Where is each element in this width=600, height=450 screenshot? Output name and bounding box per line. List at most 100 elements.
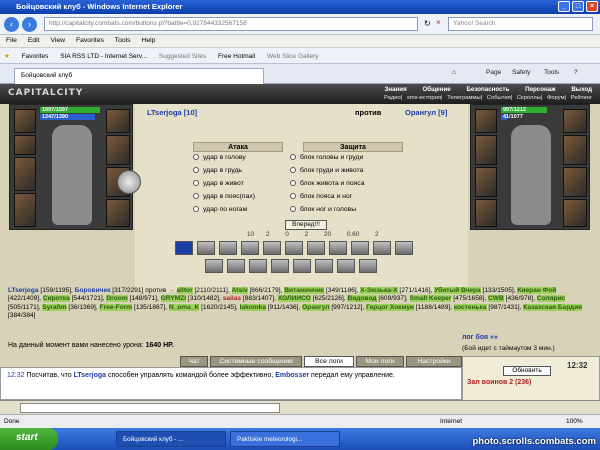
nav-events[interactable]: События [487,95,511,101]
attack-option-chest[interactable]: удар в грудь [193,167,242,174]
menu-view[interactable]: View [50,37,65,44]
tab-my-logs[interactable]: Мои логи [356,356,404,367]
enemy-roster-name[interactable]: Витаминчик [284,287,325,294]
stop-icon[interactable]: × [436,18,441,27]
enemy-roster-name[interactable]: Atsiv [231,287,248,294]
refresh-icon[interactable]: ↻ [424,19,431,28]
spell-icon[interactable] [219,241,237,255]
enemy-helmet-slot[interactable] [475,109,497,133]
nav-communication[interactable]: Общение [422,86,450,93]
spell-icon[interactable] [351,241,369,255]
minimize-button[interactable]: _ [558,1,570,12]
attack-option-stomach[interactable]: удар в живот [193,180,244,187]
gloves-slot[interactable] [106,109,130,133]
fav-free-hotmail[interactable]: Free Hotmail [218,53,255,60]
refresh-button[interactable]: Обновить [503,366,551,376]
nav-sms[interactable]: sms-история [407,95,441,101]
enemy-roster-name[interactable]: костенька [453,303,487,311]
enemy-roster-name[interactable]: ХОЛИИСО [277,295,311,303]
spell-icon[interactable] [263,241,281,255]
block-option-head-chest[interactable]: блок головы и груди [290,154,363,161]
tools-menu[interactable]: Tools [544,69,559,76]
fav-sia-rss[interactable]: SIA RSS LTD - Internet Serv... [60,53,147,60]
spell-icon[interactable] [241,241,259,255]
fav-suggested-sites[interactable]: Suggested Sites [159,53,206,60]
enemy-roster-name[interactable]: Syrafim [42,303,67,311]
enemy-roster-name[interactable]: GRYMZI [160,295,187,303]
safety-menu[interactable]: Safety [512,69,530,76]
tab-chat[interactable]: Чат [180,356,208,367]
menu-favorites[interactable]: Favorites [76,37,104,44]
spell-icon[interactable] [271,259,289,273]
search-input[interactable]: Yahoo! Search [448,17,593,31]
armor-slot[interactable] [14,193,36,227]
nav-rating[interactable]: Рейтинг [571,95,592,101]
shield-slot[interactable] [106,135,130,165]
enemy-roster-name[interactable]: X-Зюзька-X [360,287,398,294]
ally-name[interactable]: LTserjoga [8,287,39,294]
enemy-boots-slot[interactable] [563,199,587,227]
url-input[interactable]: http://capitalcity.combats.com/buttons.p… [44,17,418,31]
task-paktiskie[interactable]: Paktiskie meteorologi... [230,431,340,447]
spell-icon[interactable] [197,241,215,255]
player-avatar[interactable] [52,125,92,225]
fav-web-slice-gallery[interactable]: Web Slice Gallery [267,53,319,60]
help-icon[interactable]: ? [574,69,578,76]
tab-combats[interactable]: Бойцовский клуб [14,68,264,84]
chat-name-2[interactable]: Embosser [275,372,309,379]
enemy-roster-name[interactable]: Казахская Бардия [523,303,583,311]
home-icon[interactable]: ⌂ [452,69,456,76]
attack-option-waist[interactable]: удар в пояс(пах) [193,193,255,200]
nav-knowledge[interactable]: Знания [385,86,407,93]
enemy-ring-slot[interactable] [563,167,587,197]
attack-option-head[interactable]: удар в голову [193,154,246,161]
menu-tools[interactable]: Tools [115,37,131,44]
forward-button[interactable]: Вперед!!! [285,220,327,230]
start-button[interactable]: start [0,428,58,450]
enemy-roster-name[interactable]: Убитый Вчера [434,287,481,294]
spell-icon[interactable] [395,241,413,255]
nav-exit[interactable]: Выход [571,86,592,93]
enemy-belt-slot[interactable] [475,199,497,227]
spell-icon[interactable] [329,241,347,255]
enemy-roster-name[interactable]: Видовод [347,295,377,303]
spell-icon[interactable] [307,241,325,255]
amulet-slot[interactable] [14,135,36,155]
back-button[interactable]: ‹ [4,17,19,32]
block-option-chest-stomach[interactable]: блок груди и живота [290,167,363,174]
zoom-level[interactable]: 100% [566,418,583,425]
spell-icon[interactable] [175,241,193,255]
player-name[interactable]: LTserjoga [10] [147,108,197,117]
menu-edit[interactable]: Edit [28,37,40,44]
block-option-legs-head[interactable]: блок ног и головы [290,206,356,213]
nav-security[interactable]: Безопасность [466,86,509,93]
spell-icon[interactable] [227,259,245,273]
chat-name-1[interactable]: LTserjoga [74,372,106,379]
boots-slot[interactable] [106,199,130,227]
nav-telegrams[interactable]: Телеграммы [447,95,481,101]
enemy-shield-slot[interactable] [563,135,587,165]
helmet-slot[interactable] [14,109,36,133]
spell-icon[interactable] [359,259,377,273]
enemy-roster-name[interactable]: lakomka [239,303,266,311]
close-icon[interactable]: × [586,1,598,12]
spell-icon[interactable] [337,259,355,273]
favorites-button[interactable]: Favorites [22,53,49,60]
nav-character[interactable]: Персонаж [525,86,555,93]
attack-option-legs[interactable]: удар по ногам [193,206,247,213]
enemy-roster-name[interactable]: alltor [176,287,193,294]
enemy-roster-name[interactable]: Сиротка [42,295,70,303]
weapon-slot[interactable] [14,157,36,191]
message-input[interactable] [20,403,280,413]
nav-forum[interactable]: Форум [547,95,565,101]
spell-icon[interactable] [205,259,223,273]
battle-log-link[interactable]: лог боя »» [462,334,498,341]
enemy-weapon-slot[interactable] [475,135,497,165]
menu-file[interactable]: File [6,37,17,44]
task-combats[interactable]: Бойцовский клуб - ... [116,431,226,447]
enemy-roster-name[interactable]: Small Keeper [409,295,452,303]
nav-radio[interactable]: Радио [384,95,401,101]
enemy-roster-name[interactable]: N_oma_K [168,303,200,311]
tab-all-logs[interactable]: Все логи [304,356,354,367]
enemy-name[interactable]: Орангул [9] [405,108,447,117]
